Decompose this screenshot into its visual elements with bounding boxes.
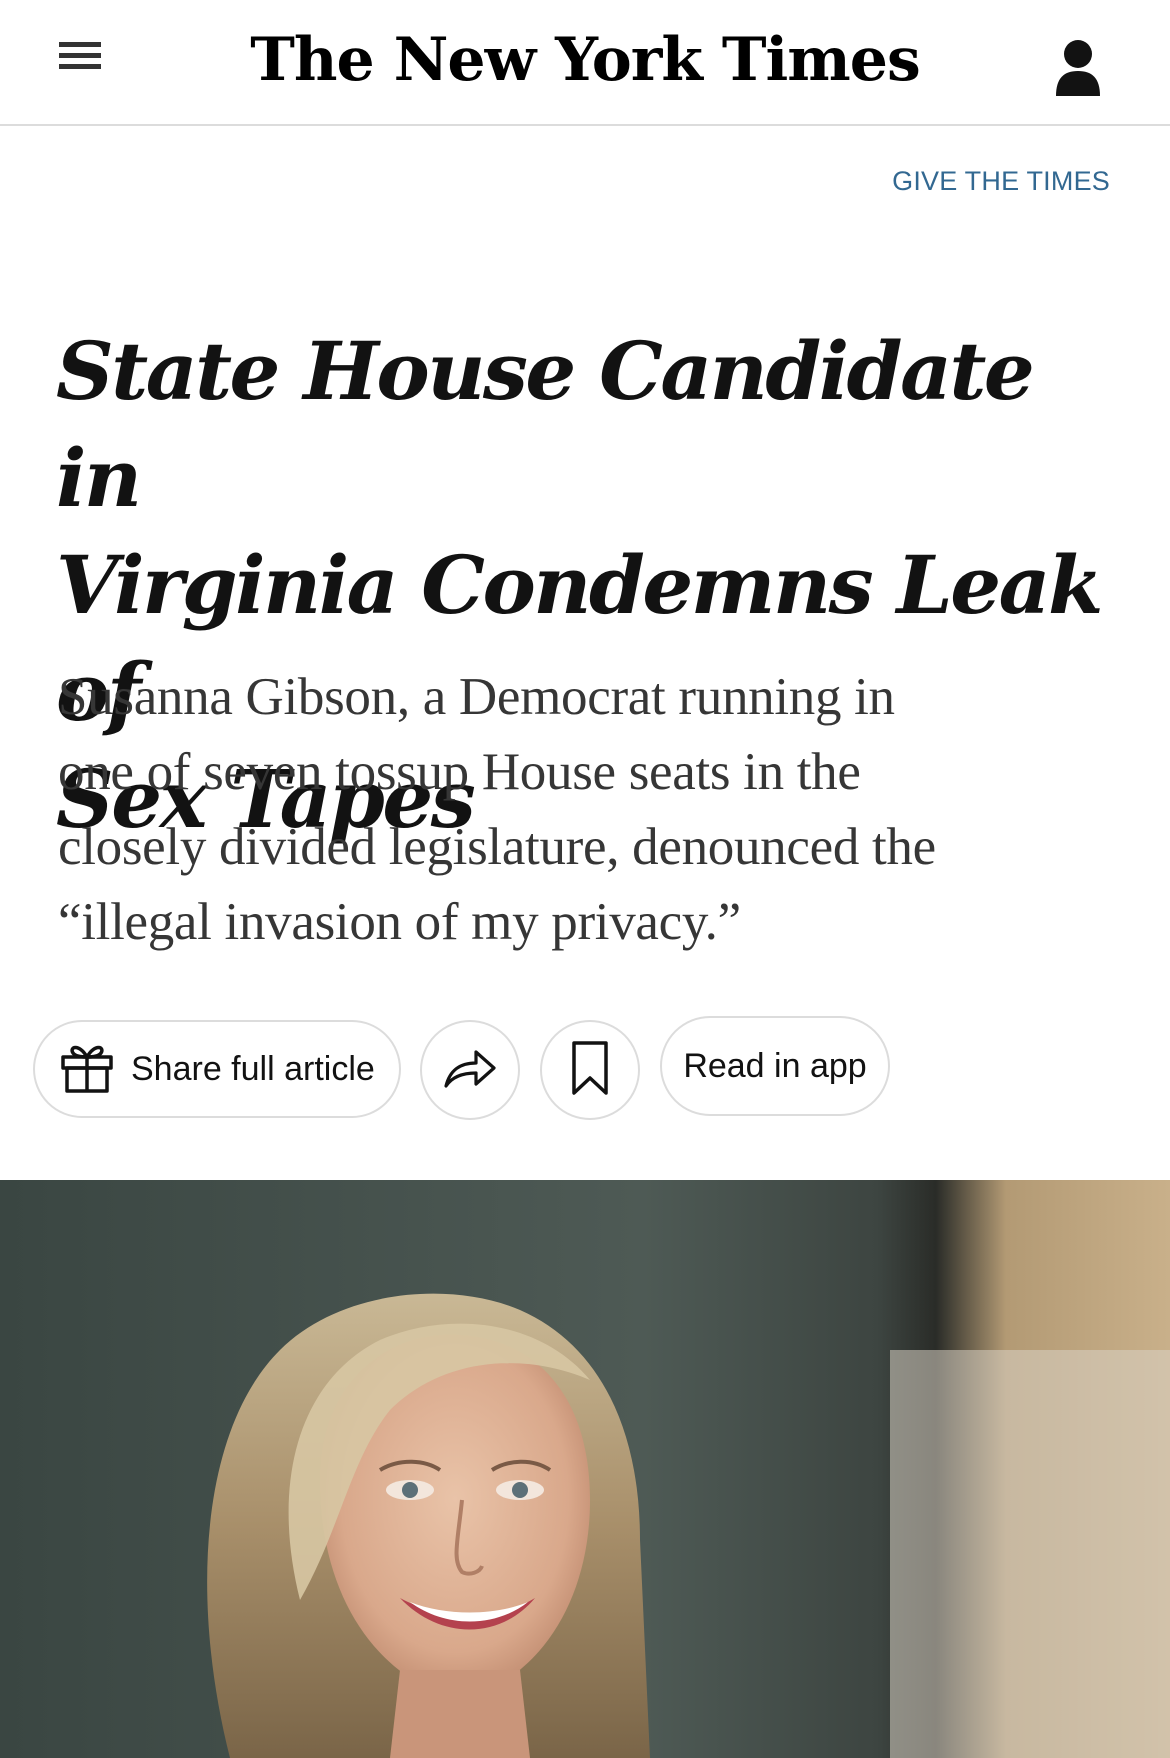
summary-line: one of seven tossup House seats in the [58,743,861,801]
share-full-article-label: Share full article [131,1049,375,1088]
article-actions-bar: Share full article Read in app [33,1016,1143,1120]
read-in-app-label: Read in app [683,1046,867,1085]
give-the-times-link[interactable]: GIVE THE TIMES [892,166,1110,197]
person-icon[interactable] [1054,38,1102,98]
summary-line: Susanna Gibson, a Democrat running in [58,668,895,726]
share-full-article-button[interactable]: Share full article [33,1020,401,1118]
article-hero-photo [0,1180,1170,1758]
nyt-masthead-logo[interactable]: The New York Times [240,14,930,106]
article-summary: Susanna Gibson, a Democrat running in on… [58,660,1138,960]
gift-icon [59,1039,115,1100]
share-arrow-button[interactable] [420,1020,520,1120]
portrait-photo [0,1180,1170,1758]
headline-line: State House Candidate in [56,324,1035,525]
summary-line: “illegal invasion of my privacy.” [58,893,741,951]
share-arrow-icon [442,1046,498,1095]
hamburger-menu-icon[interactable] [56,38,106,78]
bookmark-icon [570,1040,610,1101]
read-in-app-button[interactable]: Read in app [660,1016,890,1116]
top-navigation-bar: The New York Times [0,0,1170,126]
save-bookmark-button[interactable] [540,1020,640,1120]
summary-line: closely divided legislature, denounced t… [58,818,936,876]
